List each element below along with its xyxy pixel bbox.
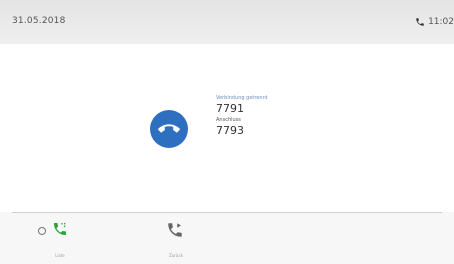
call-view: Verbindung getrennt 7791 Anschluss 7793 bbox=[0, 44, 454, 212]
line-label: Anschluss bbox=[216, 117, 241, 123]
date-display: 31.05.2018 bbox=[12, 16, 66, 26]
status-bar: 31.05.2018 11:02 bbox=[0, 0, 454, 44]
caller-number: 7791 bbox=[216, 102, 244, 115]
softkey-list-label: Liste bbox=[55, 253, 65, 258]
extension-number: 7793 bbox=[216, 124, 244, 137]
call-green-icon bbox=[52, 221, 68, 241]
handset-icon bbox=[415, 12, 425, 31]
settings-dot-icon bbox=[38, 227, 46, 235]
call-forward-icon bbox=[166, 221, 184, 243]
phone-screen: 31.05.2018 11:02 Verbindung getrennt 779… bbox=[0, 0, 454, 264]
softkey-back-label: Zurück bbox=[169, 253, 183, 258]
softkey-list[interactable]: Liste bbox=[30, 213, 90, 264]
softkey-back[interactable]: Zurück bbox=[146, 213, 206, 264]
softkey-bar: Liste Zurück bbox=[0, 213, 454, 264]
call-end-icon bbox=[150, 110, 188, 148]
time-display: 11:02 bbox=[428, 16, 454, 27]
call-info: Verbindung getrennt 7791 Anschluss 7793 bbox=[216, 95, 356, 137]
status-right: 11:02 bbox=[415, 12, 454, 31]
call-status: Verbindung getrennt bbox=[216, 95, 268, 101]
